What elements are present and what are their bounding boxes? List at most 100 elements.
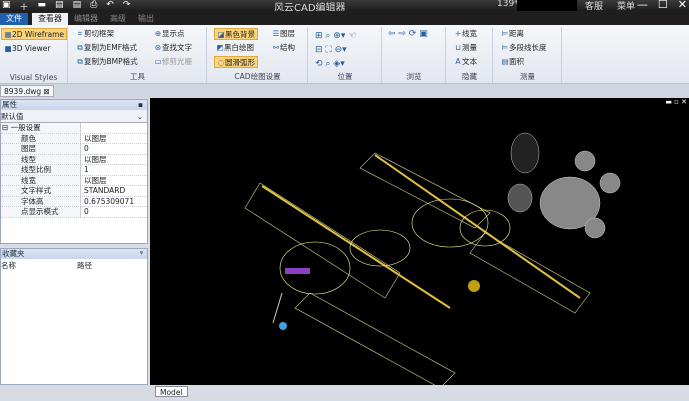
browse-tools[interactable]: ⇦ ⇨ ⟳ ▣ [388, 29, 428, 39]
property-name: 图层 [1, 144, 81, 154]
trim-raster-button[interactable]: ▭修剪光栅 [152, 56, 194, 68]
favorites-panel: 收藏夹 ᵠ 名称 路径 [0, 248, 148, 385]
crop-icon: ⌗ [77, 29, 83, 38]
group-hide: +线宽 ⊔测量 A文本 隐藏 [447, 27, 493, 83]
property-row[interactable]: 图层 0 [1, 144, 147, 155]
pin-icon[interactable]: ᵠ [140, 249, 143, 259]
text-toggle-button[interactable]: A文本 [452, 56, 479, 68]
property-row[interactable]: 字体高 0.675309071 [1, 196, 147, 207]
column-header-path[interactable]: 路径 [77, 259, 92, 273]
copy-bmp-button[interactable]: ⧉复制为BMP格式 [74, 56, 140, 68]
copy-emf-button[interactable]: ⧉复制为EMF格式 [74, 42, 139, 54]
area-button[interactable]: ▤面积 [499, 56, 526, 68]
wireframe-icon: ▦ [4, 30, 12, 39]
document-tabs: 8939.dwg ⊠ [0, 84, 689, 98]
black-background-button[interactable]: ◪黑色背景 [214, 28, 258, 40]
property-value[interactable]: 0 [81, 207, 89, 217]
clip-frame-button[interactable]: ⌗ 剪切框架 [74, 28, 116, 40]
property-value[interactable]: 以图层 [81, 134, 107, 144]
close-tab-icon[interactable]: ⊠ [44, 87, 50, 96]
group-label: 工具 [130, 72, 145, 81]
purple-detail [285, 268, 310, 274]
line-width-button[interactable]: +线宽 [452, 28, 479, 40]
property-name: 线型 [1, 154, 81, 164]
property-row[interactable]: 颜色 以图层 [1, 133, 147, 144]
section-header[interactable]: ⊟ 一般设置 [1, 123, 81, 133]
group-label: 隐藏 [462, 72, 477, 81]
copy-icon: ⧉ [77, 57, 83, 66]
points-icon: ⊕ [154, 29, 162, 38]
properties-combo[interactable]: 默认值 ⌄ [1, 110, 147, 123]
property-row[interactable]: 线型比例 1 [1, 165, 147, 176]
find-icon: ⊛ [154, 43, 162, 52]
group-label: CAD绘图设置 [234, 72, 281, 81]
tab-model[interactable]: Model [155, 386, 188, 397]
properties-panel: 属性 ▪ 默认值 ⌄ ⊟ 一般设置 颜色 以图层 图层 0 线型 以图层 线型比例 1 线宽 以图层文… [0, 99, 148, 244]
group-tools: ⌗ 剪切框架 ⧉复制为EMF格式 ⧉复制为BMP格式 ⊕显示点 ⊛查找文字 ▭修剪… [69, 27, 207, 83]
group-visual-styles: ▦2D Wireframe ■3D Viewer Visual Styles [0, 27, 68, 83]
antenna-tip [279, 322, 287, 330]
show-points-button[interactable]: ⊕显示点 [152, 28, 187, 40]
document-tab[interactable]: 8939.dwg ⊠ [0, 85, 54, 97]
close-button[interactable]: ✕ [678, 0, 687, 11]
layout-tabs: Model [150, 385, 689, 401]
property-value[interactable]: 以图层 [81, 176, 107, 186]
group-measure: ⊨距离 ⊨多段线长度 ▤面积 测量 [494, 27, 562, 83]
structure-button[interactable]: ⚯结构 [270, 42, 297, 54]
property-value[interactable]: 0 [81, 144, 89, 154]
2d-wireframe-button[interactable]: ▦2D Wireframe [1, 28, 68, 40]
minimize-button[interactable]: — [637, 0, 648, 11]
group-label: Visual Styles [9, 73, 58, 82]
area-icon: ▤ [501, 57, 509, 66]
ruler-icon: ⊔ [455, 43, 461, 52]
position-tools[interactable]: ⊞ ⌕ ⊕▾ ☜ ⊟ ⛶ ⊖▾ ⟲ ⌕ ◈▾ [315, 29, 356, 71]
property-value[interactable]: STANDARD [81, 186, 125, 196]
property-name: 点显示模式 [1, 207, 81, 217]
distance-button[interactable]: ⊨距离 [499, 28, 526, 40]
structure-icon: ⚯ [272, 43, 280, 52]
column-header-name[interactable]: 名称 [1, 259, 77, 273]
property-value[interactable]: 0.675309071 [81, 197, 134, 207]
3d-viewer-button[interactable]: ■3D Viewer [2, 43, 52, 55]
polyline-length-button[interactable]: ⊨多段线长度 [499, 42, 549, 54]
raster-icon: ▭ [154, 57, 162, 66]
gray-modules [507, 132, 621, 239]
truss-lines [261, 154, 581, 309]
panel-title: 收藏夹 [2, 249, 25, 258]
measure-toggle-button[interactable]: ⊔测量 [452, 42, 479, 54]
tab-advanced[interactable]: 高级 [104, 13, 132, 25]
ribbon-tabs: 文件 查看器 编辑器 高级 输出 [0, 11, 689, 25]
space-station-drawing [244, 132, 621, 389]
find-text-button[interactable]: ⊛查找文字 [152, 42, 194, 54]
group-label: 测量 [520, 72, 535, 81]
arc-icon: ◌ [217, 58, 225, 67]
property-row[interactable]: 线宽 以图层 [1, 175, 147, 186]
panel-title: 属性 [2, 100, 17, 109]
modules [279, 198, 511, 295]
plus-icon: + [454, 29, 462, 38]
smooth-arc-button[interactable]: ◌圆滑弧形 [214, 56, 258, 68]
maximize-button[interactable]: ☐ [658, 0, 668, 11]
polyline-icon: ⊨ [501, 43, 509, 52]
cad-viewport[interactable]: ▬ ▫ ✕ [150, 98, 689, 389]
tab-editor[interactable]: 编辑器 [68, 13, 104, 25]
layers-button[interactable]: ☰图层 [270, 28, 297, 40]
property-value[interactable]: 1 [81, 165, 89, 175]
tab-file[interactable]: 文件 [0, 13, 28, 25]
property-name: 线型比例 [1, 165, 81, 175]
property-row[interactable]: 点显示模式 0 [1, 207, 147, 218]
tab-viewer[interactable]: 查看器 [32, 13, 68, 25]
property-row[interactable]: 文字样式 STANDARD [1, 186, 147, 197]
property-value[interactable]: 以图层 [81, 155, 107, 165]
pin-icon[interactable]: ▪ [138, 100, 143, 110]
title-bar: ▣ ＋ ▬ ▤ ▤ ⎙ ↶ ↷ 风云CAD编辑器 139** 客服 菜单 — ☐ ✕ [0, 0, 689, 14]
cursor-marker [468, 280, 480, 292]
group-label: 位置 [337, 72, 353, 81]
property-name: 文字样式 [1, 186, 81, 196]
black-white-button[interactable]: ◩黑白绘图 [214, 42, 256, 54]
tab-output[interactable]: 输出 [132, 13, 160, 25]
group-label: 浏览 [406, 72, 422, 81]
property-row[interactable]: 线型 以图层 [1, 154, 147, 165]
viewport-window-controls[interactable]: ▬ ▫ ✕ [665, 98, 687, 106]
ribbon: ▦2D Wireframe ■3D Viewer Visual Styles ⌗… [0, 25, 689, 84]
